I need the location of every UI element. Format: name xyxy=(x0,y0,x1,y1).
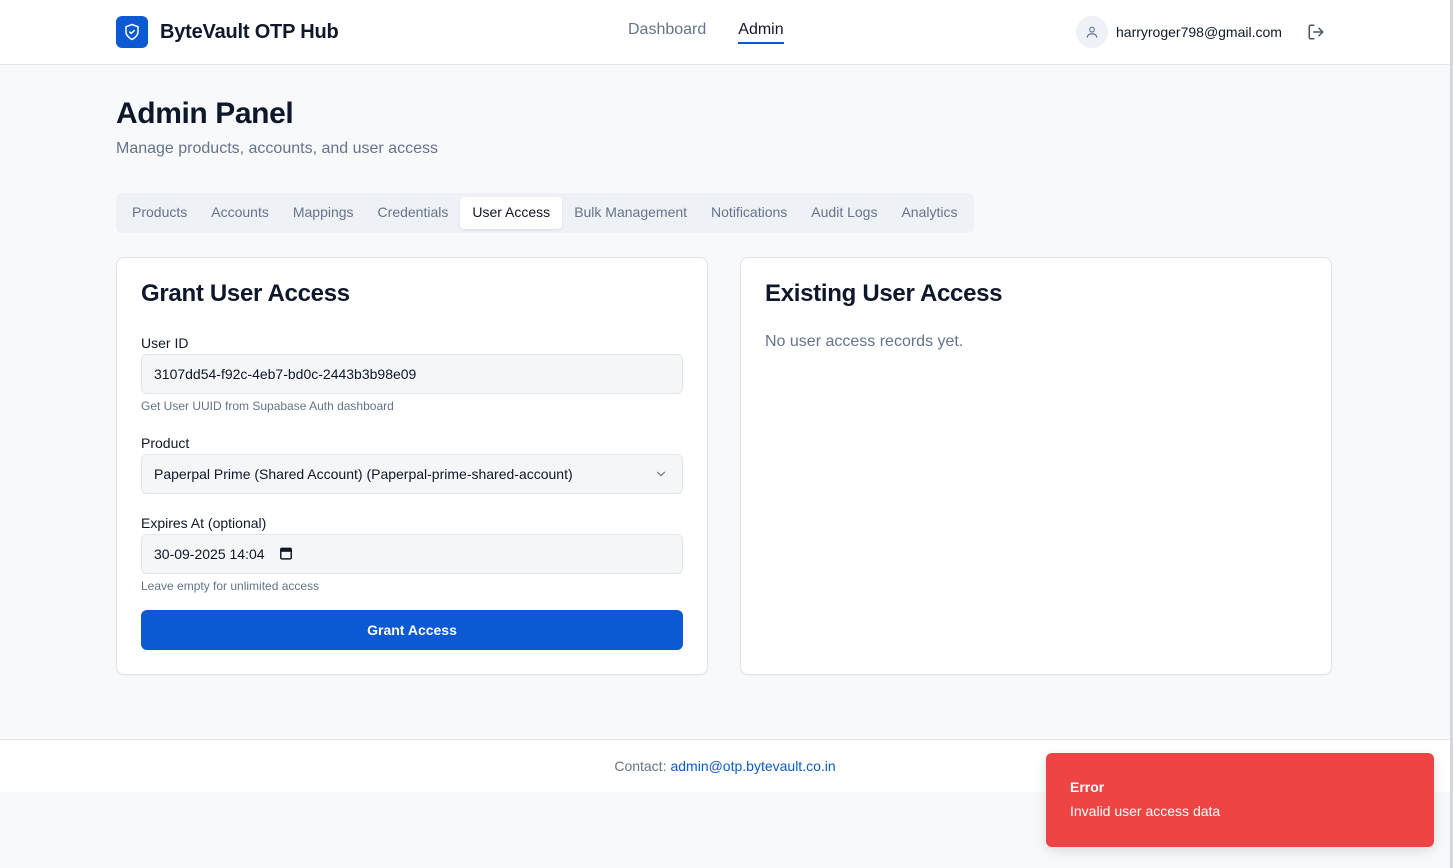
expires-datetime-field[interactable]: 30-09-2025 14:04 xyxy=(141,534,683,574)
chevron-down-icon xyxy=(654,467,668,484)
tab-analytics[interactable]: Analytics xyxy=(889,197,969,229)
tab-credentials[interactable]: Credentials xyxy=(366,197,461,229)
user-id-label: User ID xyxy=(141,335,189,351)
user-id-field[interactable] xyxy=(141,354,683,394)
user-icon[interactable] xyxy=(1076,16,1108,48)
top-header: ByteVault OTP Hub Dashboard Admin harryr… xyxy=(0,0,1450,65)
contact-email-link[interactable]: admin@otp.bytevault.co.in xyxy=(670,758,835,774)
main-nav: Dashboard Admin xyxy=(628,21,784,44)
expires-hint: Leave empty for unlimited access xyxy=(141,579,320,593)
tab-notifications[interactable]: Notifications xyxy=(699,197,799,229)
existing-access-card: Existing User Access No user access reco… xyxy=(740,257,1332,675)
existing-access-title: Existing User Access xyxy=(765,280,1003,307)
empty-state-text: No user access records yet. xyxy=(765,333,964,350)
toast-title: Error xyxy=(1070,779,1105,795)
tab-audit-logs[interactable]: Audit Logs xyxy=(799,197,889,229)
shield-icon xyxy=(116,16,148,48)
logout-icon[interactable] xyxy=(1306,22,1326,42)
toast-message: Invalid user access data xyxy=(1070,803,1221,819)
contact-label: Contact: xyxy=(614,758,667,774)
page-subtitle: Manage products, accounts, and user acce… xyxy=(116,140,438,157)
expires-value: 30-09-2025 14:04 xyxy=(154,546,265,562)
product-label: Product xyxy=(141,435,190,451)
grant-access-card: Grant User Access User ID Get User UUID … xyxy=(116,257,708,675)
grant-access-button[interactable]: Grant Access xyxy=(141,610,683,650)
tab-products[interactable]: Products xyxy=(120,197,199,229)
calendar-icon[interactable] xyxy=(279,546,293,563)
product-select[interactable]: Paperpal Prime (Shared Account) (Paperpa… xyxy=(141,454,683,494)
tab-accounts[interactable]: Accounts xyxy=(199,197,281,229)
nav-admin[interactable]: Admin xyxy=(738,21,784,44)
product-selected-value: Paperpal Prime (Shared Account) (Paperpa… xyxy=(154,466,573,482)
user-id-hint: Get User UUID from Supabase Auth dashboa… xyxy=(141,399,394,413)
grant-access-title: Grant User Access xyxy=(141,280,350,307)
expires-label: Expires At (optional) xyxy=(141,515,267,531)
app-name: ByteVault OTP Hub xyxy=(160,20,339,43)
user-email: harryroger798@gmail.com xyxy=(1116,24,1282,40)
tab-mappings[interactable]: Mappings xyxy=(281,197,366,229)
user-menu: harryroger798@gmail.com xyxy=(1076,16,1326,48)
tab-bulk-management[interactable]: Bulk Management xyxy=(562,197,699,229)
user-id-input[interactable] xyxy=(154,366,670,382)
app-window: ByteVault OTP Hub Dashboard Admin harryr… xyxy=(0,0,1453,868)
brand[interactable]: ByteVault OTP Hub xyxy=(116,16,339,48)
page-title: Admin Panel xyxy=(116,97,294,130)
nav-dashboard[interactable]: Dashboard xyxy=(628,21,706,44)
error-toast[interactable]: Error Invalid user access data xyxy=(1046,753,1434,847)
admin-tabs: Products Accounts Mappings Credentials U… xyxy=(116,193,974,233)
tab-user-access[interactable]: User Access xyxy=(460,197,563,229)
